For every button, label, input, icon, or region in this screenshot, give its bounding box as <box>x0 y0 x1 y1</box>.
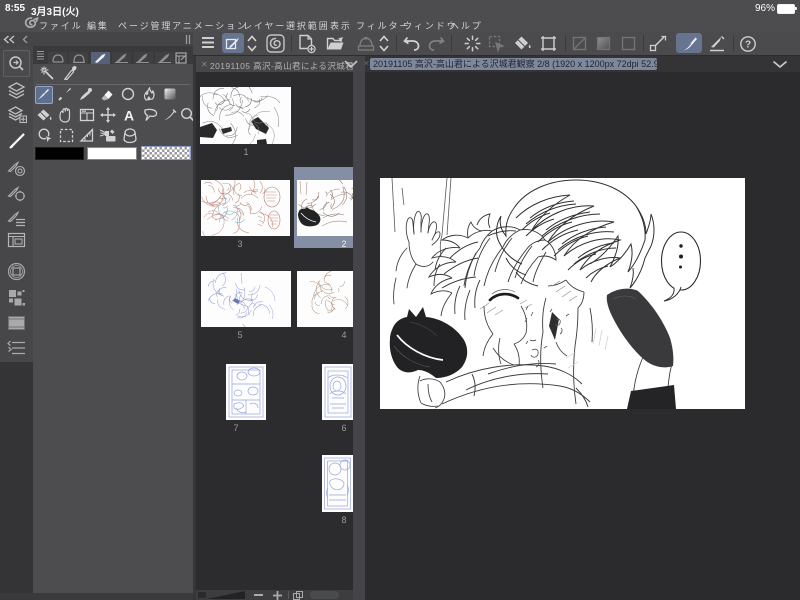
svg-text:A: A <box>124 108 134 122</box>
svg-text:?: ? <box>745 40 751 51</box>
